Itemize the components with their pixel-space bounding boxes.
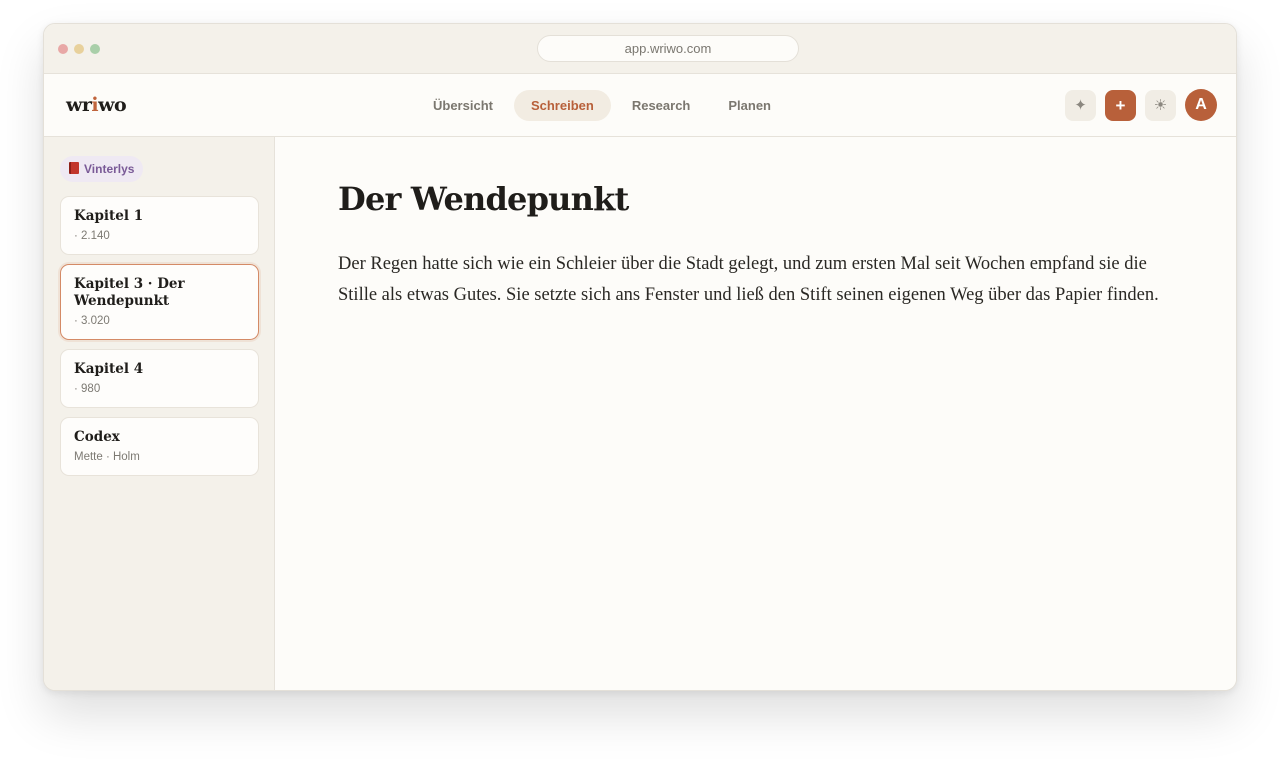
add-button[interactable]: + xyxy=(1105,90,1136,121)
tab-uebersicht[interactable]: Übersicht xyxy=(416,90,510,121)
document-title[interactable]: Der Wendepunkt xyxy=(338,180,629,218)
ai-sparkle-button[interactable]: ✦ xyxy=(1065,90,1096,121)
chapter-word-count: · 980 xyxy=(74,383,101,395)
chapter-card[interactable]: Kapitel 4 · 980 xyxy=(60,349,259,408)
tab-planen[interactable]: Planen xyxy=(711,90,788,121)
chapter-word-count: · 3.020 xyxy=(74,315,110,327)
editor-pane[interactable]: Der Wendepunkt Der Regen hatte sich wie … xyxy=(276,137,1236,690)
codex-card[interactable]: Codex Mette · Holm xyxy=(60,417,259,476)
chapter-title: Kapitel 1 xyxy=(74,208,144,224)
document-body[interactable]: Der Regen hatte sich wie ein Schleier üb… xyxy=(338,249,1178,311)
chapter-word-count: · 2.140 xyxy=(74,230,110,242)
sparkle-icon: ✦ xyxy=(1074,97,1087,114)
browser-titlebar: app.wriwo.com xyxy=(44,24,1236,74)
logo-text-start: wr xyxy=(66,94,92,116)
chapter-title: Kapitel 4 xyxy=(74,361,144,377)
codex-characters: Mette · Holm xyxy=(74,451,140,463)
chapter-card[interactable]: Kapitel 1 · 2.140 xyxy=(60,196,259,255)
sun-icon: ☀ xyxy=(1153,97,1168,114)
app-window: app.wriwo.com wriwo Übersicht Schreiben … xyxy=(43,23,1237,691)
project-name: Vinterlys xyxy=(84,162,135,176)
main-nav: Übersicht Schreiben Research Planen xyxy=(416,90,788,121)
codex-title: Codex xyxy=(74,429,120,445)
minimize-window-icon[interactable] xyxy=(74,44,84,54)
chapter-title: Kapitel 3 · Der Wendepunkt xyxy=(74,276,185,309)
avatar[interactable]: A xyxy=(1185,89,1217,121)
project-badge[interactable]: Vinterlys xyxy=(60,156,144,182)
wriwo-logo[interactable]: wriwo xyxy=(66,94,127,116)
url-bar[interactable]: app.wriwo.com xyxy=(537,35,799,62)
maximize-window-icon[interactable] xyxy=(90,44,100,54)
book-icon xyxy=(69,162,79,174)
sidebar: Vinterlys Kapitel 1 · 2.140 Kapitel 3 · … xyxy=(44,137,275,690)
chapter-card-active[interactable]: Kapitel 3 · Der Wendepunkt · 3.020 xyxy=(60,264,259,340)
plus-icon: + xyxy=(1115,96,1126,115)
tab-schreiben[interactable]: Schreiben xyxy=(513,90,611,121)
app-header: wriwo Übersicht Schreiben Research Plane… xyxy=(44,74,1236,137)
logo-text-end: wo xyxy=(98,94,127,116)
close-window-icon[interactable] xyxy=(58,44,68,54)
theme-toggle-button[interactable]: ☀ xyxy=(1145,90,1176,121)
tab-research[interactable]: Research xyxy=(615,90,708,121)
